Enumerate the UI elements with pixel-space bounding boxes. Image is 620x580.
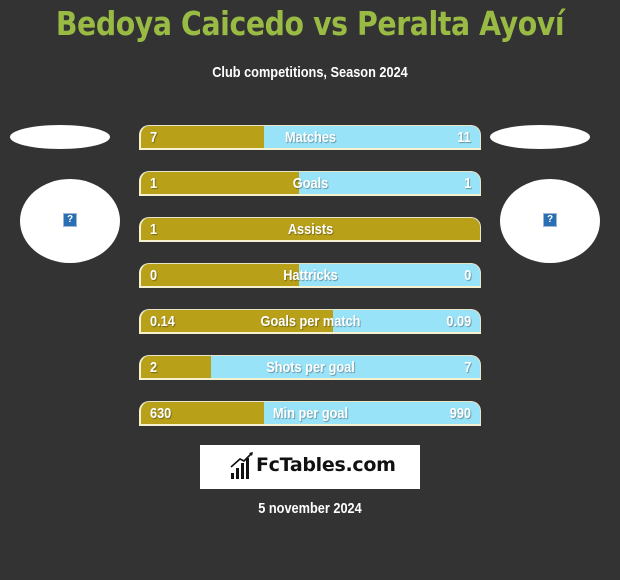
stat-row-goals: Goals 1 1 (139, 171, 481, 196)
stat-row-min-per-goal: Min per goal 630 990 (139, 401, 481, 426)
left-value: 1 (150, 221, 158, 238)
right-value: 7 (463, 359, 471, 376)
left-value: 1 (150, 175, 158, 192)
left-value: 7 (150, 129, 158, 146)
left-value: 0.14 (150, 313, 175, 330)
left-value: 0 (150, 267, 158, 284)
competition-subtitle: Club competitions, Season 2024 (212, 64, 408, 81)
page-title: Bedoya Caicedo vs Peralta Ayoví (55, 4, 565, 43)
right-value: 11 (457, 129, 471, 146)
stat-label: Hattricks (283, 267, 338, 284)
stat-label: Shots per goal (266, 359, 355, 376)
right-value: 0.09 (446, 313, 471, 330)
stat-row-matches: Matches 7 11 (139, 125, 481, 150)
stat-label: Matches (284, 129, 337, 146)
stat-label: Goals (292, 175, 329, 192)
right-player-avatar: ? (500, 179, 600, 263)
left-player-name-placeholder (10, 125, 110, 149)
right-value: 0 (463, 267, 471, 284)
left-value: 2 (150, 359, 158, 376)
report-date: 5 november 2024 (258, 500, 362, 517)
stat-label: Min per goal (272, 405, 349, 422)
stat-row-shots-per-goal: Shots per goal 2 7 (139, 355, 481, 380)
broken-image-icon: ? (543, 213, 557, 227)
stat-label: Goals per match (260, 313, 361, 330)
stat-label: Assists (287, 221, 334, 238)
stat-row-hattricks: Hattricks 0 0 (139, 263, 481, 288)
right-value: 1 (463, 175, 471, 192)
stat-row-goals-per-match: Goals per match 0.14 0.09 (139, 309, 481, 334)
broken-image-icon: ? (63, 213, 77, 227)
stat-row-assists: Assists 1 (139, 217, 481, 242)
left-value: 630 (150, 405, 172, 422)
fctables-logo[interactable]: FcTables.com (200, 445, 420, 489)
right-player-name-placeholder (490, 125, 590, 149)
left-player-avatar: ? (20, 179, 120, 263)
right-value: 990 (449, 405, 471, 422)
bar-chart-icon (230, 452, 253, 479)
logo-text: FcTables.com (256, 454, 396, 476)
